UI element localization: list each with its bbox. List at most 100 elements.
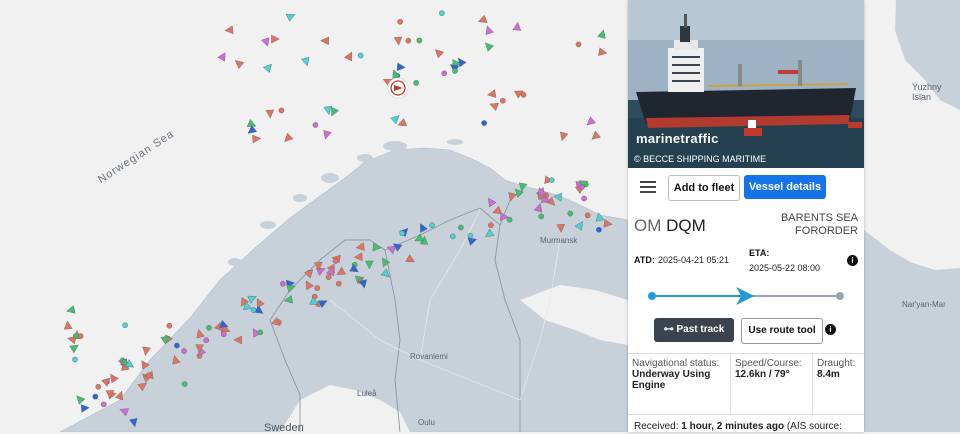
vessel-marker[interactable] [581,195,587,202]
vessel-marker[interactable] [584,212,591,219]
vessel-marker[interactable] [405,37,412,44]
vessel-marker[interactable] [282,132,294,144]
add-to-fleet-button[interactable]: Add to fleet [668,175,740,201]
vessel-marker[interactable] [396,62,406,72]
vessel-marker[interactable] [597,29,608,39]
vessel-marker[interactable] [397,18,403,25]
vessel-marker[interactable] [95,383,102,390]
vessel-marker[interactable] [262,61,274,74]
vessel-marker[interactable] [265,109,275,119]
vessel-marker[interactable] [220,331,227,338]
draught-value: 8.4m [817,369,840,380]
vessel-marker[interactable] [233,57,245,69]
vessel-marker[interactable] [467,232,474,239]
vessel-marker[interactable] [488,222,494,228]
vessel-marker[interactable] [72,356,78,363]
vessel-marker[interactable] [344,50,356,62]
vessel-marker[interactable] [224,25,234,35]
vessel-marker[interactable] [558,131,569,142]
hamburger-menu-icon[interactable] [640,181,656,193]
vessel-photo[interactable]: marinetraffic © BECCE SHIPPING MARITIME [628,0,864,168]
vessel-marker[interactable] [285,11,297,22]
vessel-marker[interactable] [271,34,280,44]
vessel-marker[interactable] [174,342,180,349]
atd-value: 2025-04-21 05:21 [658,255,730,265]
vessel-marker[interactable] [100,401,107,408]
vessel-details-button[interactable]: Vessel details [744,175,826,199]
vessel-marker[interactable] [481,120,487,126]
route-tool-info-icon[interactable]: i [825,324,836,335]
vessel-marker[interactable] [450,233,456,240]
vessel-marker[interactable] [278,107,285,114]
vessel-marker[interactable] [261,37,271,48]
vessel-marker[interactable] [487,89,497,99]
vessel-marker[interactable] [584,116,596,128]
vessel-marker[interactable] [482,40,495,52]
vessel-marker[interactable] [181,348,187,354]
vessel-marker[interactable] [245,125,258,136]
vessel-marker[interactable] [217,50,229,62]
label-murmansk: Murmansk [540,236,578,245]
vessel-marker[interactable] [441,70,447,77]
vessel-marker[interactable] [477,14,488,25]
vessel-marker[interactable] [538,213,544,220]
vessel-marker[interactable] [77,333,84,339]
vessel-marker[interactable] [312,122,319,128]
vessel-marker[interactable] [589,130,601,142]
vessel-marker[interactable] [488,100,499,112]
vessel-marker[interactable] [320,36,329,46]
vessel-marker[interactable] [280,280,286,287]
vessel-marker[interactable] [452,68,458,74]
vessel-marker[interactable] [396,118,408,129]
vessel-marker[interactable] [512,21,522,31]
vessel-marker[interactable] [252,134,262,144]
vessel-marker[interactable] [416,37,423,44]
vessel-marker[interactable] [413,80,419,86]
vessel-marker[interactable] [72,333,79,339]
past-track-button[interactable]: ⊶ Past track [654,318,734,342]
eta-info-icon[interactable]: i [847,255,858,266]
vessel-marker[interactable] [578,184,585,190]
vessel-marker[interactable] [69,342,81,354]
vessel-marker[interactable] [429,222,435,228]
vessel-marker[interactable] [357,52,364,59]
vessel-marker[interactable] [122,322,128,328]
vessel-marker[interactable] [181,381,188,387]
vessel-marker[interactable] [575,41,582,48]
vessel-marker[interactable] [80,404,90,413]
vessel-marker[interactable] [166,322,173,329]
vessel-marker[interactable] [399,230,405,237]
vessel-marker[interactable] [432,47,445,59]
vessel-marker[interactable] [439,10,445,16]
vessel-marker[interactable] [567,210,574,217]
use-route-tool-button[interactable]: Use route tool [741,318,823,344]
vessel-marker[interactable] [63,320,73,330]
vessel-marker[interactable] [145,372,152,379]
vessel-marker[interactable] [548,177,555,183]
vessel-marker[interactable] [500,97,506,104]
vessel-marker[interactable] [206,324,212,331]
vessel-marker[interactable] [506,216,513,223]
vessel-marker[interactable] [596,226,602,233]
vessel-marker[interactable] [250,307,257,313]
vessel-marker[interactable] [483,25,494,35]
vessel-marker[interactable] [301,56,311,67]
vessel-marker[interactable] [121,359,128,366]
vessel-marker[interactable] [74,393,86,405]
selected-vessel-marker[interactable] [387,77,409,99]
vessel-marker[interactable] [332,258,339,264]
vessel-marker[interactable] [66,305,76,316]
vessel-marker[interactable] [203,337,210,344]
label-sweden: Sweden [264,422,304,434]
vessel-marker[interactable] [314,285,321,291]
vessel-marker[interactable] [321,130,332,140]
vessel-marker[interactable] [393,36,403,46]
vessel-marker[interactable] [92,393,99,400]
vessel-marker[interactable] [141,346,151,356]
vessel-marker[interactable] [335,280,342,287]
vessel-marker[interactable] [458,224,464,231]
vessel-marker[interactable] [390,113,402,125]
vessel-marker[interactable] [257,329,264,336]
vessel-marker[interactable] [598,47,608,57]
vessel-marker[interactable] [325,274,332,280]
